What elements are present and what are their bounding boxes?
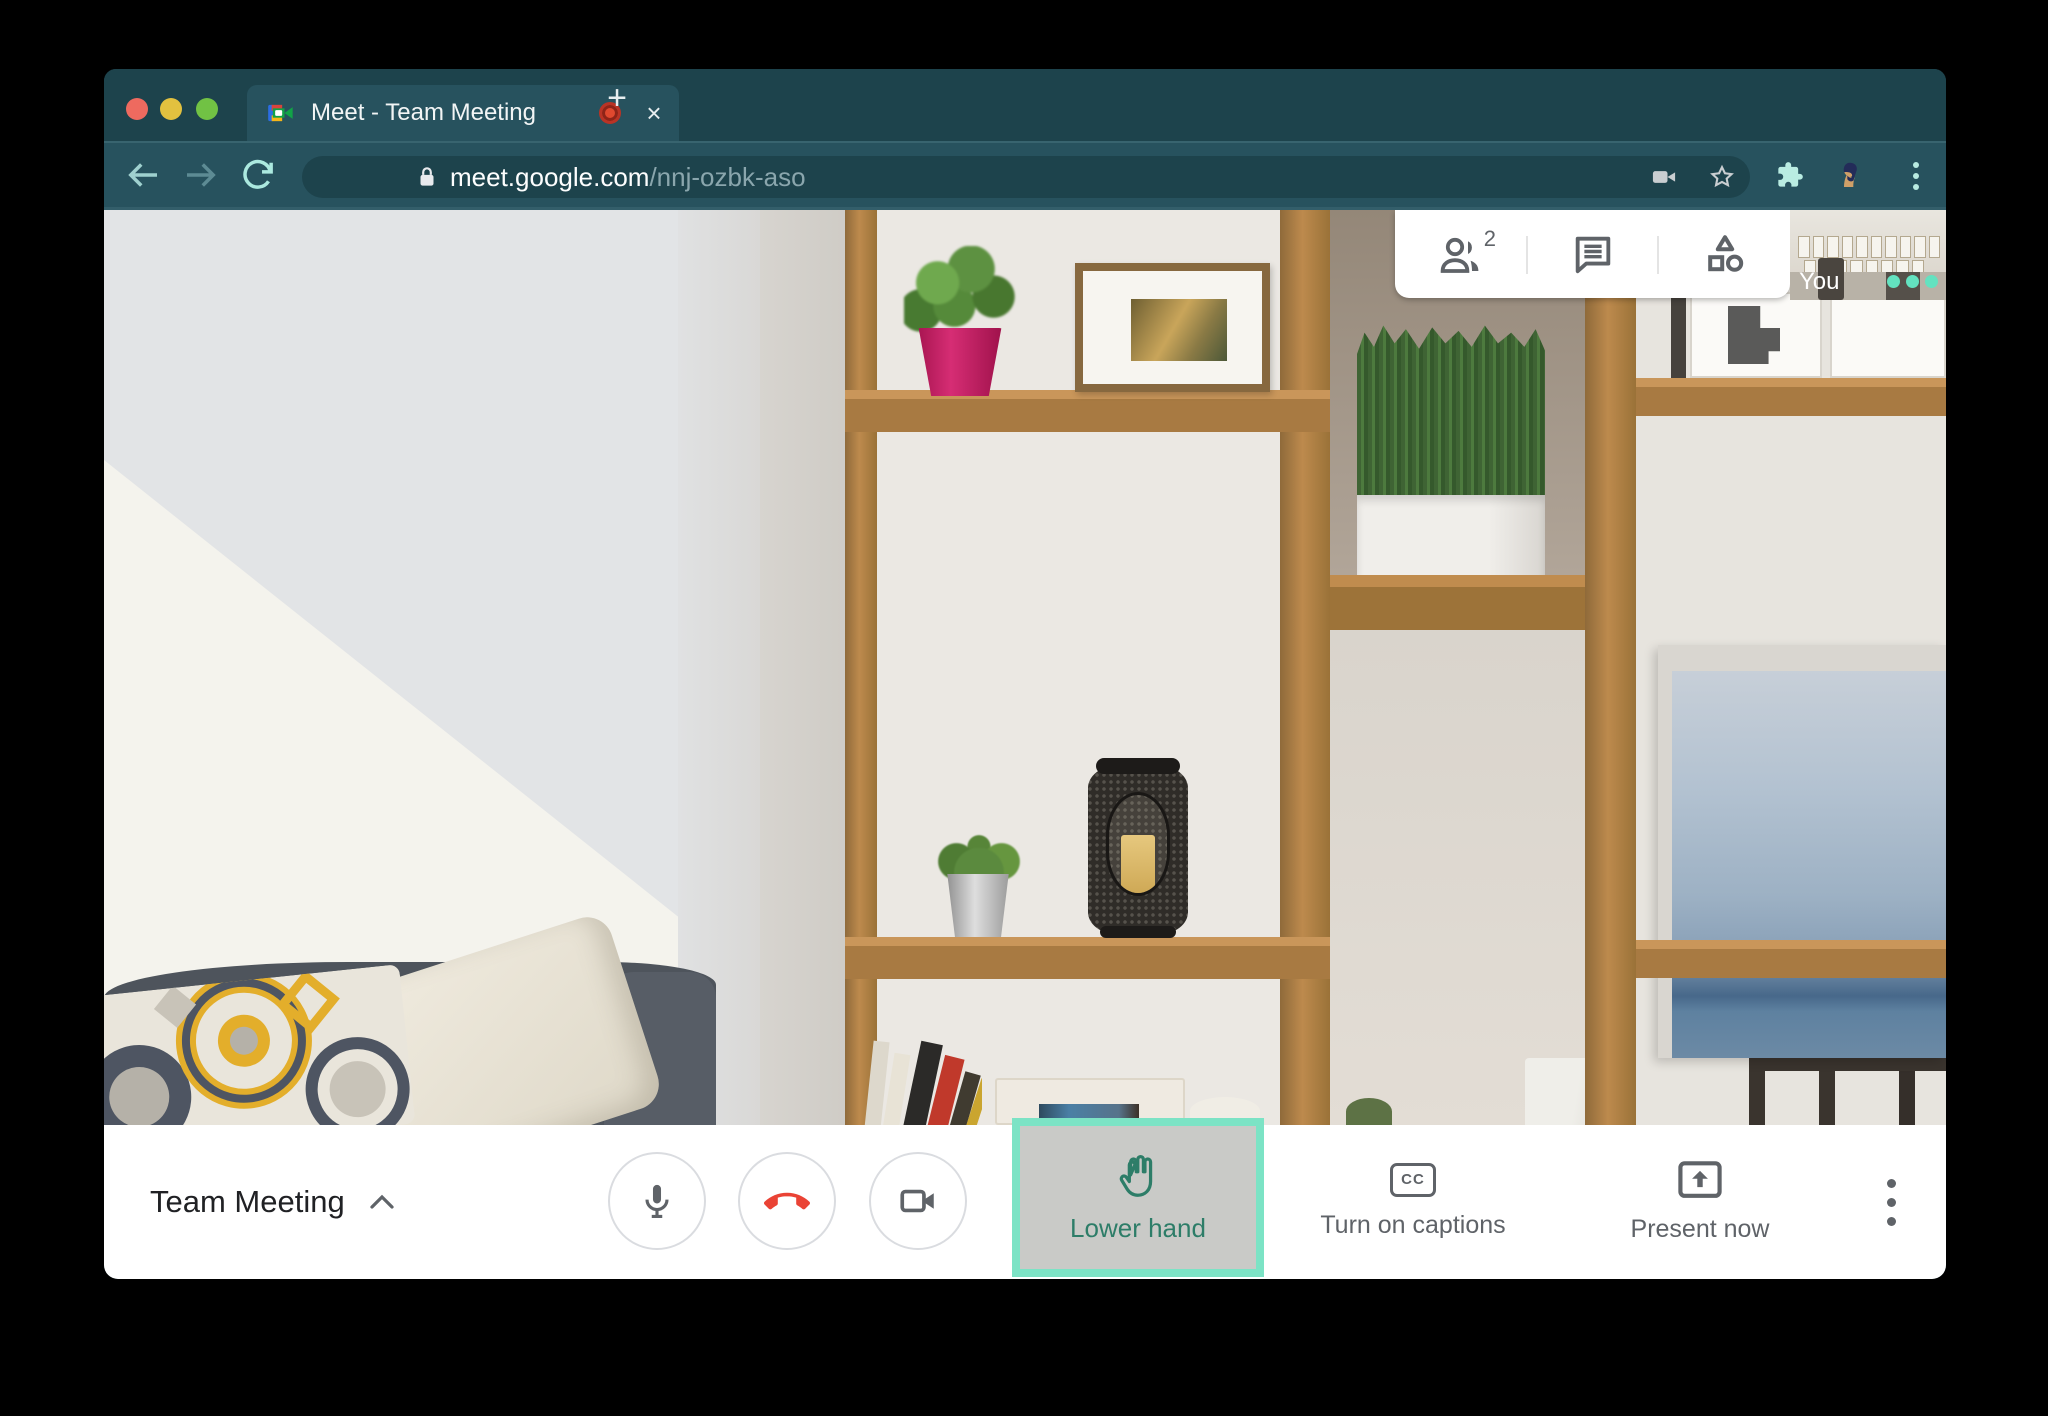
lower-hand-label: Lower hand: [1070, 1213, 1206, 1244]
potted-plant: [904, 246, 1016, 338]
chevron-up-icon: [367, 1192, 397, 1212]
cc-icon: CC: [1390, 1163, 1436, 1197]
tab-strip: Meet - Team Meeting × +: [104, 69, 1946, 141]
url-text: meet.google.com/nnj-ozbk-aso: [450, 156, 806, 198]
browser-window: Meet - Team Meeting × + meet.google.com/…: [104, 69, 1946, 1279]
blank-frame: [1830, 288, 1946, 378]
hang-up-button[interactable]: [738, 1152, 836, 1250]
window-zoom-button[interactable]: [196, 98, 218, 120]
present-label: Present now: [1631, 1215, 1770, 1244]
participants-button[interactable]: 2: [1395, 210, 1526, 298]
shelf-board: [1636, 940, 1946, 978]
grass-plant: [1357, 322, 1545, 500]
white-planter-box: [1357, 495, 1545, 577]
browser-toolbar: meet.google.com/nnj-ozbk-aso: [104, 141, 1946, 210]
present-screen-icon: [1675, 1159, 1725, 1201]
participant-count-badge: 2: [1484, 226, 1496, 252]
extensions-puzzle-icon[interactable]: [1776, 161, 1804, 189]
bookmark-star-icon[interactable]: [1708, 163, 1736, 191]
candle: [1121, 835, 1155, 893]
more-options-icon[interactable]: [1870, 1159, 1912, 1245]
present-now-button[interactable]: Present now: [1570, 1125, 1830, 1277]
raised-hand-icon: [1112, 1151, 1164, 1203]
books: [862, 1032, 982, 1125]
forward-icon[interactable]: [180, 154, 222, 196]
meeting-name-menu[interactable]: Team Meeting: [150, 1125, 397, 1279]
profile-avatar[interactable]: [1832, 159, 1864, 191]
mute-microphone-button[interactable]: [608, 1152, 706, 1250]
reload-icon[interactable]: [237, 154, 279, 196]
meeting-name: Team Meeting: [150, 1184, 345, 1220]
lower-hand-button[interactable]: Lower hand: [1012, 1118, 1264, 1277]
camera-toggle-button[interactable]: [869, 1152, 967, 1250]
shelf-board: [845, 937, 1330, 979]
bw-art-frame: [1690, 292, 1822, 378]
shelf-board: [1636, 378, 1946, 416]
shelf-plank: [1280, 210, 1330, 1125]
google-meet-favicon: [267, 99, 295, 127]
wooden-picture-frame: [1075, 263, 1270, 392]
you-label: You: [1799, 268, 1840, 296]
sea-landscape-picture: [1658, 645, 1946, 1058]
tab-close-icon[interactable]: ×: [639, 98, 669, 128]
window-close-button[interactable]: [126, 98, 148, 120]
small-plant: [934, 806, 1024, 880]
browser-menu-icon[interactable]: [1899, 159, 1933, 193]
hang-up-phone-icon: [764, 1178, 810, 1224]
captions-label: Turn on captions: [1320, 1211, 1505, 1240]
back-icon[interactable]: [122, 154, 164, 196]
meeting-control-bar: Team Meeting: [104, 1125, 1946, 1279]
tab-title: Meet - Team Meeting: [311, 85, 536, 141]
silver-plant-pot: [946, 874, 1010, 937]
url-host: meet.google.com: [450, 162, 649, 192]
remote-video-feed: 2: [104, 210, 1946, 1125]
shelf-board: [845, 390, 1330, 432]
shelf-board: [1330, 575, 1585, 630]
camera-permission-icon[interactable]: [1650, 163, 1678, 191]
new-tab-button[interactable]: +: [600, 82, 634, 116]
lock-icon: [414, 164, 440, 190]
chat-button[interactable]: [1527, 210, 1658, 298]
address-bar[interactable]: meet.google.com/nnj-ozbk-aso: [302, 156, 1750, 198]
small-plant: [1346, 1098, 1392, 1125]
mesh-lantern: [1088, 766, 1188, 934]
url-path: /nnj-ozbk-aso: [649, 162, 805, 192]
window-minimize-button[interactable]: [160, 98, 182, 120]
shelf-plank: [1585, 210, 1636, 1125]
self-view-thumbnail[interactable]: You: [1790, 210, 1946, 300]
meeting-top-panel: 2: [1395, 210, 1790, 298]
captions-button[interactable]: CC Turn on captions: [1283, 1125, 1543, 1277]
shelf-plank: [845, 210, 877, 1125]
microphone-icon: [636, 1180, 678, 1222]
thumbnail-wall-frames: [1798, 236, 1940, 258]
audio-activity-icon: [1887, 275, 1938, 288]
activities-shapes-button[interactable]: [1659, 210, 1790, 298]
video-camera-icon: [897, 1180, 939, 1222]
